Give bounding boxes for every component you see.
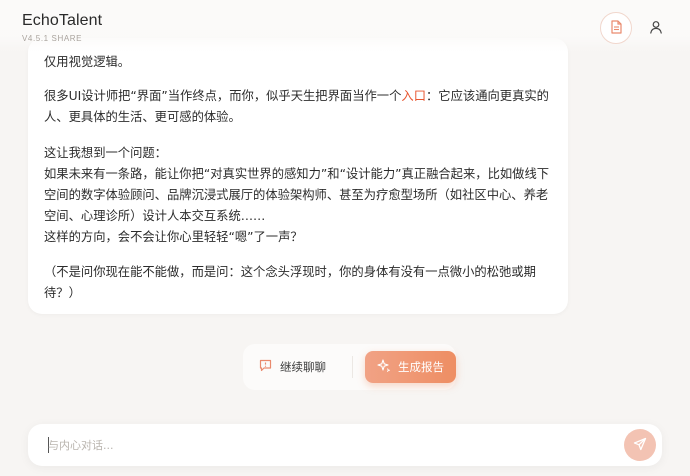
user-icon <box>649 19 663 38</box>
document-icon <box>610 19 622 38</box>
continue-chat-button[interactable]: 继续聊聊 <box>251 351 340 383</box>
send-icon <box>633 436 647 455</box>
chat-input-bar <box>28 424 662 466</box>
message-paragraph: 这让我想到一个问题： 如果未来有一条路，能让你把“对真实世界的感知力”和“设计能… <box>44 146 550 244</box>
chat-icon <box>259 359 272 375</box>
app-version: V4.5.1 SHARE <box>22 34 83 43</box>
message-line: 仅用视觉逻辑。 <box>44 55 131 69</box>
app-root: EchoTalent V4.5.1 SHARE 仅用视觉逻辑。 很多UI设计师把… <box>0 0 690 476</box>
report-button[interactable] <box>600 12 632 44</box>
send-button[interactable] <box>624 429 656 461</box>
chat-input[interactable] <box>48 424 608 466</box>
top-header: EchoTalent V4.5.1 SHARE <box>0 0 690 52</box>
generate-report-label: 生成报告 <box>398 360 444 374</box>
message-paragraph: （不是问你现在能不能做，而是问：这个念头浮现时，你的身体有没有一点微小的松弛或期… <box>44 265 536 300</box>
divider <box>352 356 353 378</box>
assistant-message-card: 仅用视觉逻辑。 很多UI设计师把“界面”当作终点，而你，似乎天生把界面当作一个入… <box>28 38 568 314</box>
app-name: EchoTalent <box>22 12 103 29</box>
action-bar: 继续聊聊 生成报告 <box>243 344 456 390</box>
user-button[interactable] <box>642 14 670 42</box>
continue-chat-label: 继续聊聊 <box>280 360 326 374</box>
message-text: 很多UI设计师把“界面”当作终点，而你，似乎天生把界面当作一个 <box>44 89 402 103</box>
message-paragraph: 很多UI设计师把“界面”当作终点，而你，似乎天生把界面当作一个入口：它应该通向更… <box>44 86 558 128</box>
generate-report-button[interactable]: 生成报告 <box>365 351 456 383</box>
highlight-text: 入口 <box>401 89 426 103</box>
sparkle-icon <box>377 359 391 375</box>
